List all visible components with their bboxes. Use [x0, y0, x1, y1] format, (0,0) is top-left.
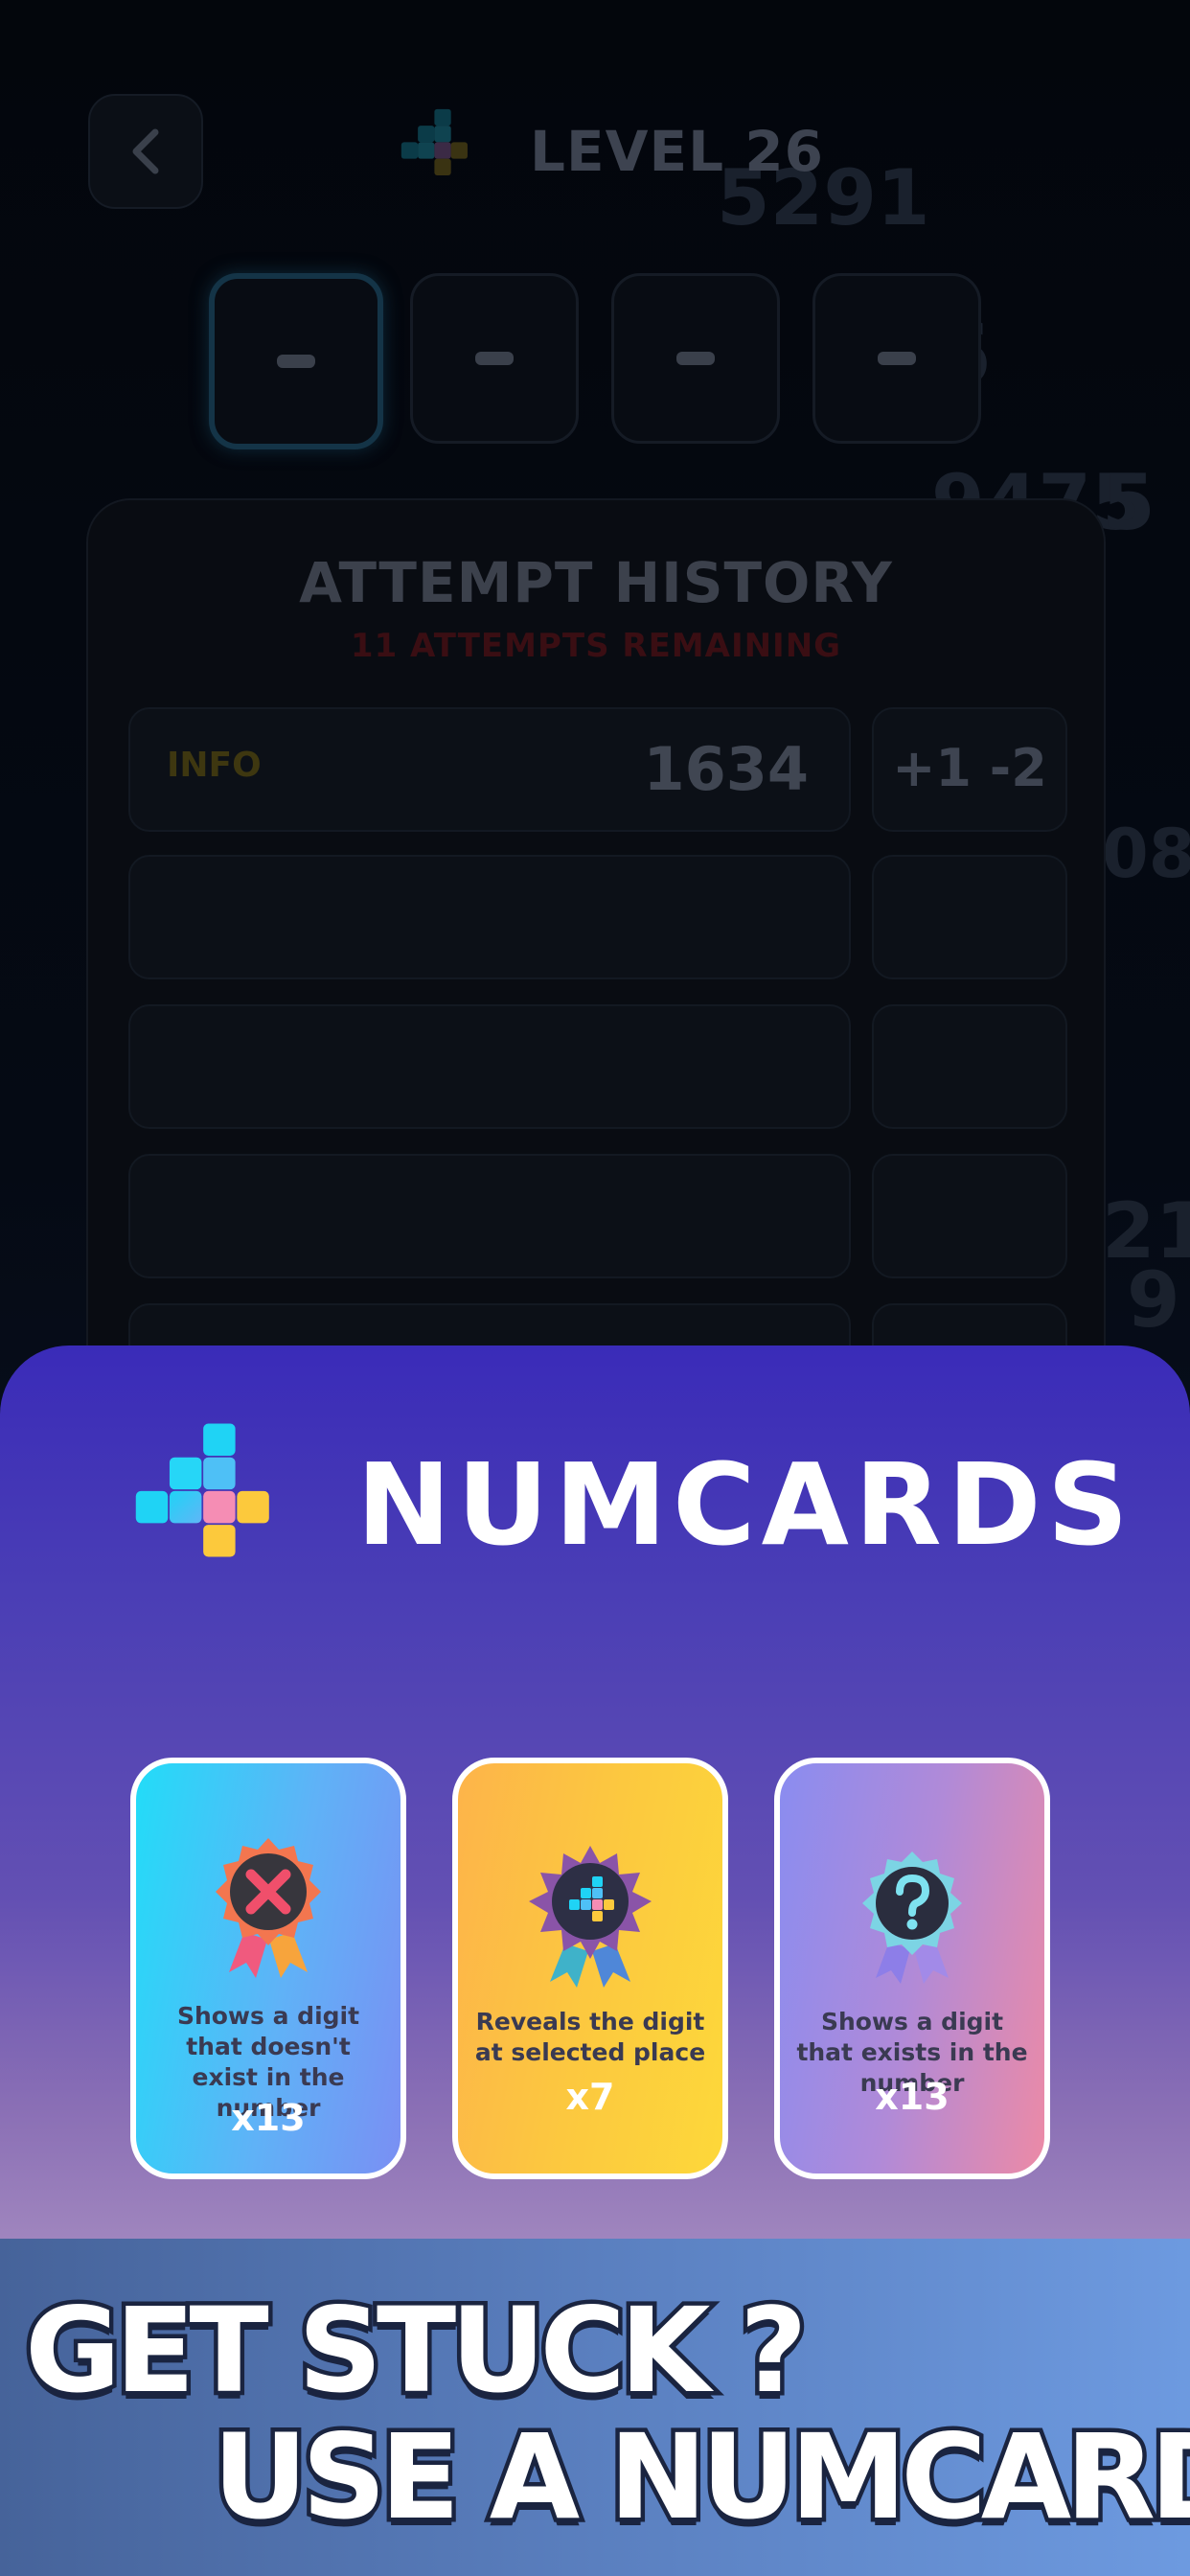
history-title: ATTEMPT HISTORY	[299, 550, 893, 615]
brand-name: NUMCARDS	[356, 1438, 1134, 1571]
history-row: INFO 1634	[128, 707, 851, 832]
slot-placeholder	[277, 355, 315, 368]
code-slot[interactable]	[812, 273, 981, 444]
bg-number: 08	[1102, 815, 1190, 893]
numcards-medal-icon	[529, 1846, 652, 1988]
history-result: +1 -2	[872, 707, 1067, 832]
cross-medal-icon	[216, 1838, 321, 1978]
slot-placeholder	[676, 352, 715, 365]
promo-subheadline: USE A NUMCARD !	[209, 2405, 1190, 2550]
attempt-history-panel: ATTEMPT HISTORY 11 ATTEMPTS REMAINING IN…	[86, 498, 1106, 1460]
numcards-logo-icon	[135, 1423, 269, 1557]
back-button[interactable]	[88, 94, 203, 209]
history-row	[128, 1154, 851, 1278]
card-count: x7	[565, 2076, 615, 2118]
promo-headline: GET STUCK ?	[21, 2279, 812, 2424]
history-result	[872, 1154, 1067, 1278]
bg-number: 9	[1127, 1255, 1180, 1345]
code-slot[interactable]	[209, 273, 383, 449]
question-medal-icon	[862, 1852, 962, 1984]
history-result	[872, 1004, 1067, 1129]
numcards-brand: NUMCARDS	[134, 1420, 1134, 1589]
level-logo-icon	[400, 108, 468, 175]
level-header: LEVEL 26	[398, 104, 824, 199]
slot-placeholder	[878, 352, 916, 365]
card-count: x13	[875, 2076, 950, 2118]
history-row	[128, 1004, 851, 1129]
code-slot[interactable]	[611, 273, 780, 444]
bg-number: 5	[1102, 458, 1156, 547]
attempts-remaining: 11 ATTEMPTS REMAINING	[350, 627, 842, 665]
attempt-number: 1634	[643, 734, 809, 804]
attempt-result: +1 -2	[892, 738, 1047, 798]
level-title: LEVEL 26	[530, 119, 824, 184]
numcard-include-digit[interactable]: Shows a digit that exists in the number …	[774, 1758, 1050, 2179]
numcard-exclude-digit[interactable]: Shows a digit that doesn't exist in the …	[130, 1758, 406, 2179]
card-count: x13	[231, 2097, 306, 2139]
info-label: INFO	[167, 746, 262, 785]
history-row	[128, 855, 851, 979]
app-screen: 5291 6 9475 5 08 21 9 LEVEL 26	[0, 0, 1190, 2576]
promo-banner: GET STUCK ? USE A NUMCARD !	[0, 2239, 1190, 2576]
history-result	[872, 855, 1067, 979]
card-description: Reveals the digit at selected place	[474, 2008, 706, 2066]
numcard-reveal-digit[interactable]: Reveals the digit at selected place x7	[452, 1758, 728, 2179]
chevron-left-icon	[132, 128, 159, 174]
slot-placeholder	[475, 352, 514, 365]
code-slot[interactable]	[410, 273, 579, 444]
